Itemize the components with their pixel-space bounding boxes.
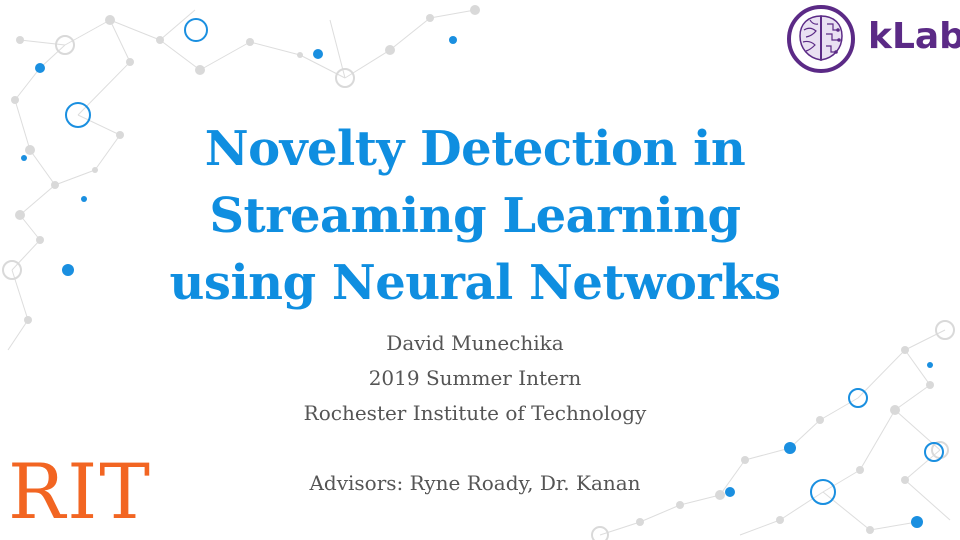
klab-logo: kLab (786, 4, 960, 80)
slide-title: Novelty Detection in Streaming Learning … (100, 116, 850, 317)
title-line: Novelty Detection in (204, 121, 746, 177)
advisors-line: Advisors: Ryne Roady, Dr. Kanan (309, 471, 641, 495)
title-slide: Novelty Detection in Streaming Learning … (0, 0, 960, 540)
presenter-info: David Munechika 2019 Summer Intern Roche… (260, 326, 690, 501)
author-role: 2019 Summer Intern (368, 366, 582, 390)
rit-logo: RIT (8, 447, 152, 536)
author-name: David Munechika (386, 331, 564, 355)
brain-icon (787, 5, 855, 73)
klab-wordmark: kLab (868, 16, 960, 57)
title-line: Streaming Learning (209, 188, 741, 244)
title-line: using Neural Networks (169, 255, 781, 311)
institution-name: Rochester Institute of Technology (303, 401, 647, 425)
